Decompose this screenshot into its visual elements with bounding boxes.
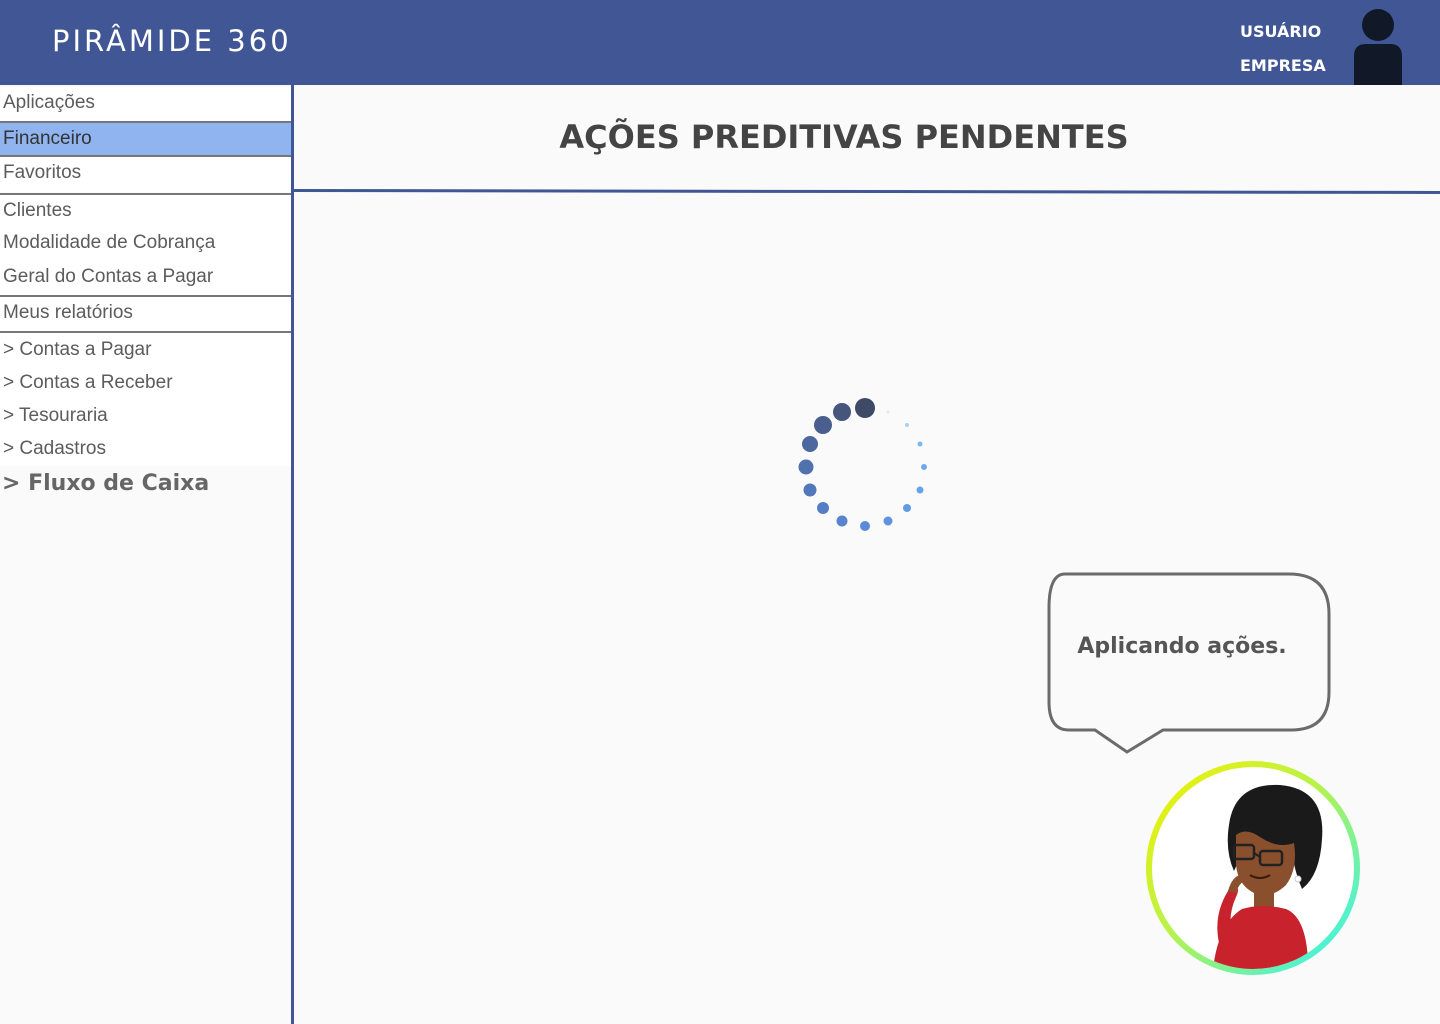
user-label: USUÁRIO [1240, 22, 1322, 41]
sidebar-divider [291, 85, 294, 1024]
loading-spinner-icon [798, 398, 927, 531]
sidebar-item-payables-general[interactable]: Geral do Contas a Pagar [0, 261, 292, 295]
top-bar: PIRÂMIDE 360 USUÁRIO EMPRESA [0, 0, 1440, 85]
report-link-payables[interactable]: > Contas a Pagar [0, 333, 292, 367]
sidebar-item-billing-mode[interactable]: Modalidade de Cobrança [0, 227, 292, 261]
speech-bubble-icon [1047, 572, 1331, 754]
report-link-registers[interactable]: > Cadastros [0, 432, 292, 466]
user-info[interactable]: USUÁRIO EMPRESA [1240, 18, 1326, 86]
report-link-treasury[interactable]: > Tesouraria [0, 399, 292, 433]
assistant-avatar-icon[interactable] [1142, 757, 1364, 979]
user-avatar-icon[interactable] [1352, 8, 1404, 85]
report-link-receivables[interactable]: > Contas a Receber [0, 366, 292, 400]
company-label: EMPRESA [1240, 56, 1326, 75]
sidebar-item-clients[interactable]: Clientes [0, 193, 292, 227]
sidebar: Aplicações Financeiro Favoritos Clientes… [0, 85, 292, 1024]
bubble-message: Aplicando ações. [1077, 634, 1287, 659]
title-underline [293, 189, 1440, 195]
sidebar-item-financial[interactable]: Financeiro [0, 121, 292, 157]
sidebar-item-applications[interactable]: Aplicações [0, 87, 292, 121]
sidebar-item-favorites[interactable]: Favoritos [0, 157, 292, 192]
brand-logo: PIRÂMIDE 360 [52, 24, 292, 58]
page-title: AÇÕES PREDITIVAS PENDENTES [559, 118, 1129, 156]
report-link-cash-flow[interactable]: > Fluxo de Caixa [0, 471, 209, 496]
sidebar-item-my-reports[interactable]: Meus relatórios [0, 295, 292, 333]
